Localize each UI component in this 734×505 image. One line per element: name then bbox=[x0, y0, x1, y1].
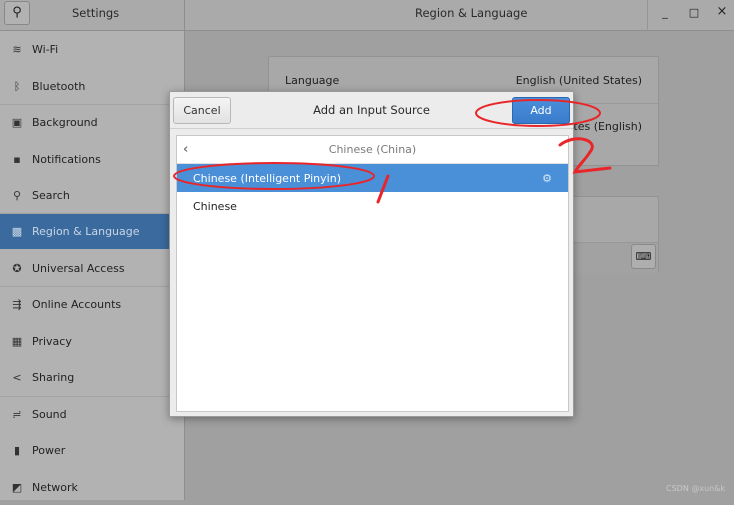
network-icon: ◩ bbox=[11, 480, 23, 494]
sidebar-item-sharing[interactable]: < Sharing bbox=[0, 359, 185, 395]
sidebar: ≋ Wi-Fi ᛒ Bluetooth ▣ Background ▪ Notification… bbox=[0, 31, 185, 500]
language-value: English (United States) bbox=[515, 73, 642, 87]
search-button[interactable]: ⚲ bbox=[4, 1, 30, 25]
add-input-source-dialog: Add an Input Source Cancel Add ‹ Chinese… bbox=[169, 91, 574, 417]
list-item-intelligent-pinyin[interactable]: Chinese (Intelligent Pinyin) ⚙ bbox=[177, 164, 568, 192]
online-accounts-icon: ⇶ bbox=[12, 297, 22, 311]
sidebar-item-universal-access[interactable]: ✪ Universal Access bbox=[0, 250, 185, 286]
language-label: Language bbox=[285, 73, 340, 87]
sidebar-item-label: Power bbox=[32, 443, 66, 457]
sidebar-item-label: Search bbox=[32, 188, 70, 202]
keyboard-icon: ⌨ bbox=[635, 250, 652, 263]
dialog-header: Add an Input Source Cancel Add bbox=[170, 92, 573, 129]
settings-gear-icon: ⚙ bbox=[542, 171, 552, 185]
notifications-icon: ▪ bbox=[13, 152, 21, 166]
maximize-button[interactable]: □ bbox=[687, 6, 701, 19]
sidebar-item-label: Sound bbox=[32, 407, 67, 421]
search-icon: ⚲ bbox=[12, 188, 22, 202]
back-chevron-icon[interactable]: ‹ bbox=[183, 136, 188, 164]
list-header-label: Chinese (China) bbox=[328, 143, 417, 156]
sidebar-item-label: Background bbox=[32, 115, 98, 129]
sidebar-separator bbox=[0, 213, 185, 214]
list-item-label: Chinese bbox=[193, 199, 237, 213]
sidebar-item-label: Sharing bbox=[32, 370, 75, 384]
panel-title: Region & Language bbox=[415, 6, 528, 20]
list-item-label: Chinese (Intelligent Pinyin) bbox=[193, 171, 341, 185]
sidebar-item-label: Network bbox=[32, 480, 78, 494]
sidebar-item-power[interactable]: ▮ Power bbox=[0, 432, 185, 468]
sidebar-item-label: Notifications bbox=[32, 152, 101, 166]
sidebar-item-bluetooth[interactable]: ᛒ Bluetooth bbox=[0, 68, 185, 104]
list-item-chinese[interactable]: Chinese bbox=[177, 192, 568, 220]
region-icon: ▩ bbox=[11, 224, 23, 238]
sidebar-item-label: Wi-Fi bbox=[32, 42, 59, 56]
power-icon: ▮ bbox=[13, 443, 21, 457]
sound-icon: ≓ bbox=[12, 407, 22, 421]
accessibility-icon: ✪ bbox=[12, 261, 22, 275]
app-title: Settings bbox=[72, 6, 120, 20]
search-icon: ⚲ bbox=[12, 5, 22, 20]
watermark: CSDN @xun&k bbox=[666, 484, 726, 493]
list-header: ‹ Chinese (China) bbox=[177, 136, 568, 164]
sidebar-item-background[interactable]: ▣ Background bbox=[0, 104, 185, 140]
sidebar-item-label: Universal Access bbox=[32, 261, 125, 275]
sidebar-item-online-accounts[interactable]: ⇶ Online Accounts bbox=[0, 286, 185, 322]
bluetooth-icon: ᛒ bbox=[13, 79, 21, 93]
sidebar-item-search[interactable]: ⚲ Search bbox=[0, 177, 185, 213]
sidebar-item-label: Region & Language bbox=[32, 224, 140, 238]
sidebar-item-region-language[interactable]: ▩ Region & Language bbox=[0, 213, 185, 249]
cancel-button[interactable]: Cancel bbox=[173, 97, 231, 124]
sidebar-item-label: Privacy bbox=[32, 334, 72, 348]
sidebar-separator bbox=[0, 286, 185, 287]
sidebar-separator bbox=[0, 396, 185, 397]
sidebar-item-privacy[interactable]: ▦ Privacy bbox=[0, 323, 185, 359]
input-source-list: ‹ Chinese (China) Chinese (Intelligent P… bbox=[176, 135, 569, 412]
wifi-icon: ≋ bbox=[12, 42, 22, 56]
background-icon: ▣ bbox=[11, 115, 23, 129]
header-bar: ⚲ Settings Region & Language _ □ × bbox=[0, 0, 734, 31]
sidebar-item-notifications[interactable]: ▪ Notifications bbox=[0, 141, 185, 177]
add-button[interactable]: Add bbox=[512, 97, 570, 124]
sidebar-item-label: Bluetooth bbox=[32, 79, 86, 93]
sidebar-item-sound[interactable]: ≓ Sound bbox=[0, 396, 185, 432]
close-button[interactable]: × bbox=[715, 4, 729, 19]
minimize-button[interactable]: _ bbox=[658, 6, 672, 19]
sidebar-separator bbox=[0, 104, 185, 105]
header-left: ⚲ Settings bbox=[0, 0, 185, 31]
sidebar-item-wi-fi[interactable]: ≋ Wi-Fi bbox=[0, 31, 185, 67]
privacy-icon: ▦ bbox=[11, 334, 23, 348]
sidebar-item-label: Online Accounts bbox=[32, 297, 122, 311]
formats-value: tates (English) bbox=[562, 119, 642, 133]
share-icon: < bbox=[12, 370, 22, 384]
keyboard-layout-button[interactable]: ⌨ bbox=[631, 244, 656, 269]
